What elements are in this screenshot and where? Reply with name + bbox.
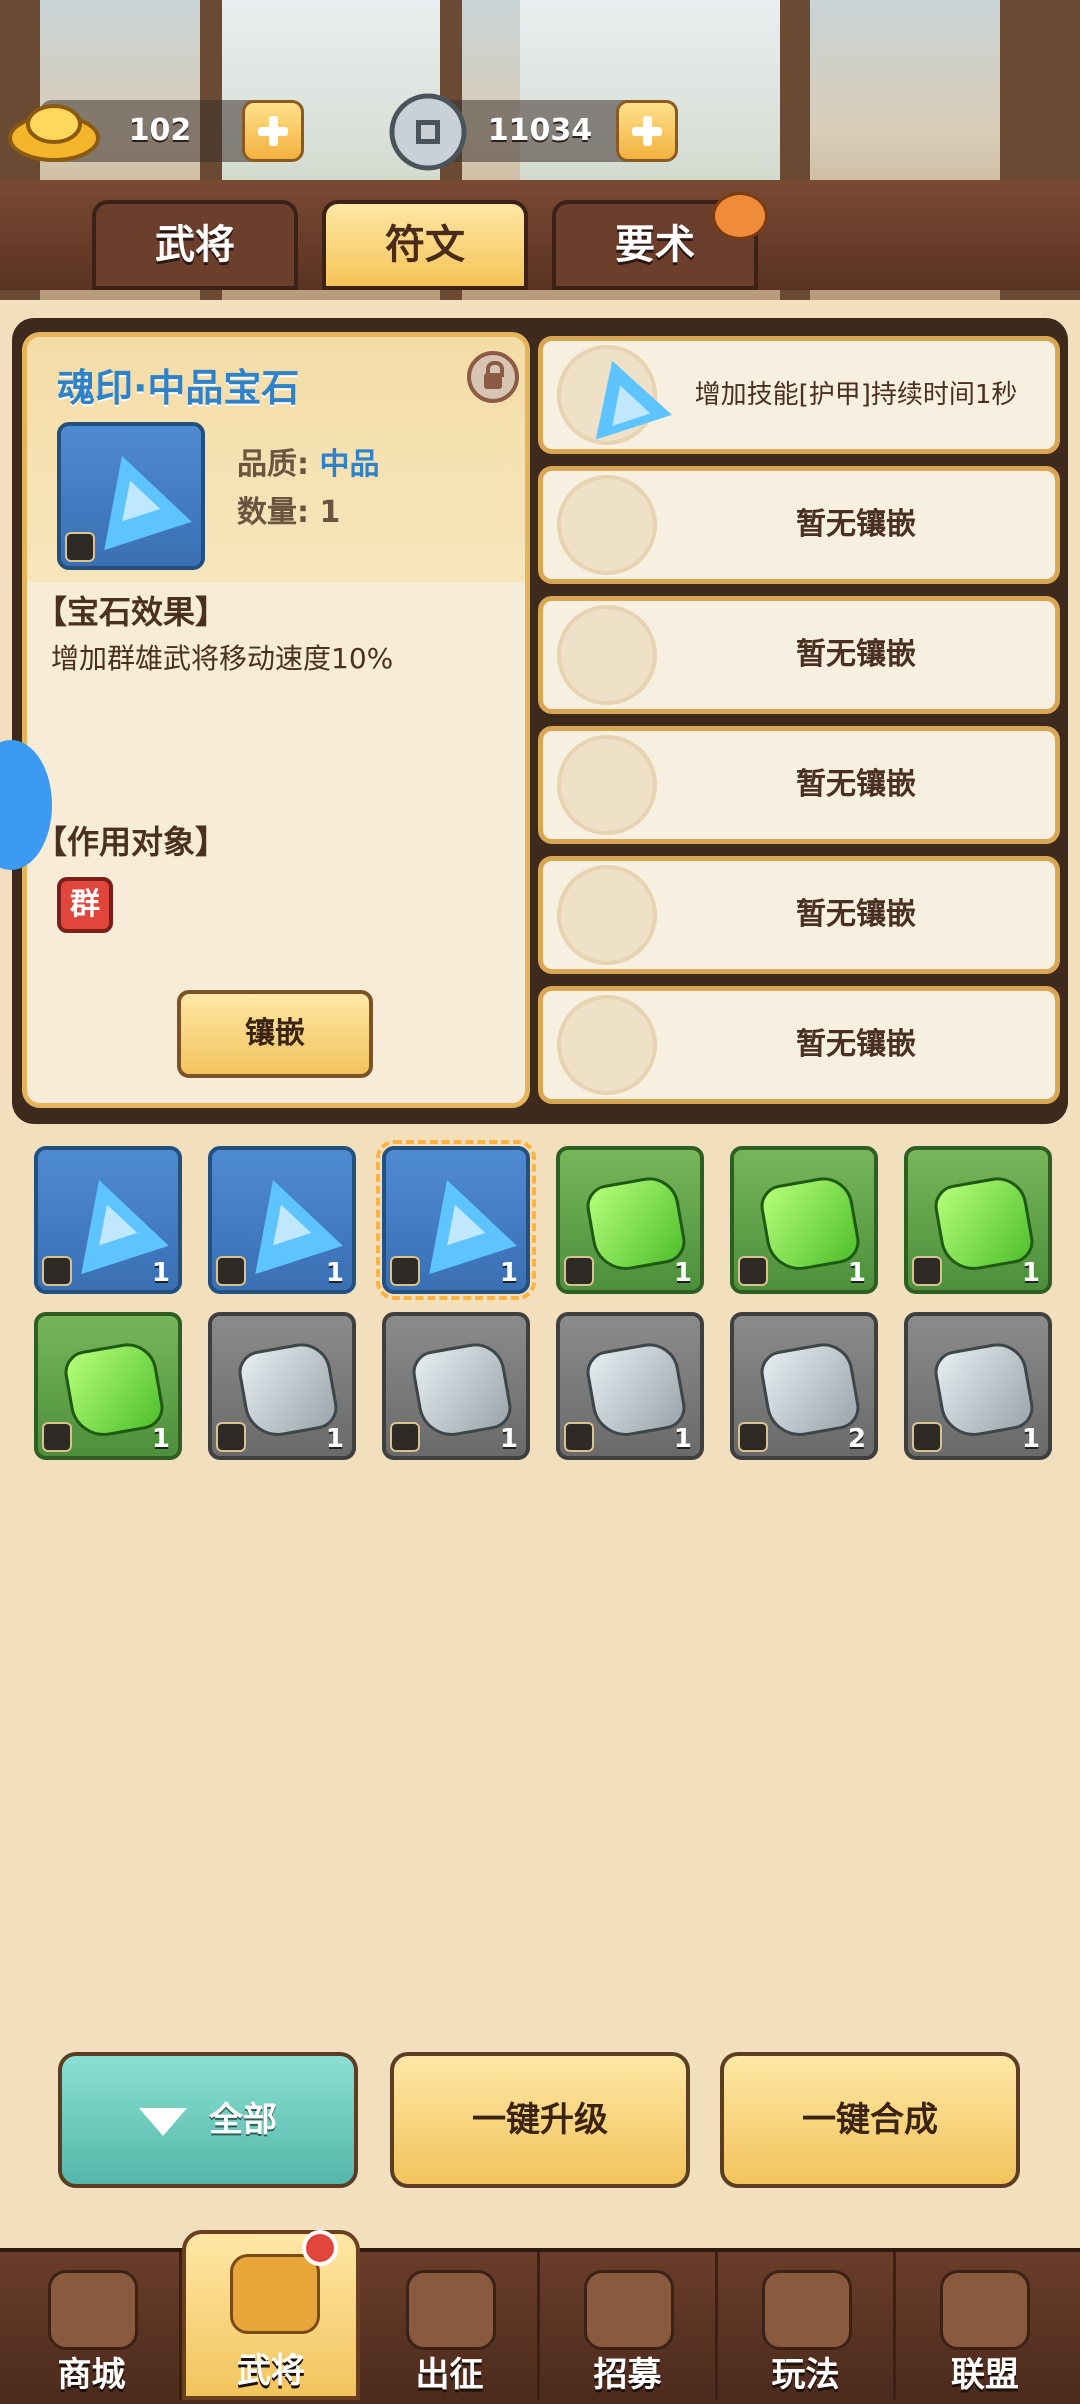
nav-recruit[interactable]: 招募	[540, 2252, 718, 2400]
faction-badge: 群	[57, 877, 113, 933]
rune-mark-icon	[216, 1256, 246, 1286]
gem-item[interactable]: 1	[904, 1312, 1052, 1460]
gem-item[interactable]: 1	[208, 1312, 356, 1460]
shop-icon	[48, 2270, 138, 2350]
gem-title: 魂印·中品宝石	[57, 366, 300, 410]
warrior-icon	[406, 2270, 496, 2350]
socket-text: 暂无镶嵌	[796, 637, 916, 672]
gem-preview	[57, 422, 205, 570]
gem-item[interactable]: 1	[904, 1146, 1052, 1294]
gem-quality: 品质: 中品	[237, 447, 380, 482]
notification-dot-icon	[302, 2230, 338, 2266]
rune-mark-icon	[65, 532, 95, 562]
socket-text: 暂无镶嵌	[796, 507, 916, 542]
gem-item[interactable]: 1	[730, 1146, 878, 1294]
dragon-seal-icon	[557, 865, 657, 965]
gem-item[interactable]: 1	[208, 1146, 356, 1294]
gem-quality-value: 中品	[319, 447, 380, 482]
rune-mark-icon	[42, 1256, 72, 1286]
target-heading: 【作用对象】	[35, 823, 228, 861]
chevron-down-icon	[139, 2107, 187, 2136]
gold-ingot-icon	[8, 104, 100, 162]
blue-gem-icon	[78, 441, 192, 551]
merge-all-button[interactable]: 一键合成	[720, 2052, 1020, 2188]
socket-slot[interactable]: 增加技能[护甲]持续时间1秒	[538, 336, 1060, 454]
gem-item[interactable]: 1	[34, 1146, 182, 1294]
gem-count: 数量: 1	[237, 495, 341, 530]
dragon-seal-icon	[557, 605, 657, 705]
nav-gameplay[interactable]: 玩法	[718, 2252, 896, 2400]
dragon-seal-icon	[557, 995, 657, 1095]
rune-mark-icon	[216, 1422, 246, 1452]
socket-text: 增加技能[护甲]持续时间1秒	[694, 380, 1018, 410]
socket-slot[interactable]: 暂无镶嵌	[538, 466, 1060, 584]
gem-count-value: 1	[319, 495, 341, 530]
dragon-seal-icon	[557, 735, 657, 835]
rune-mark-icon	[564, 1422, 594, 1452]
socket-text: 暂无镶嵌	[796, 1027, 916, 1062]
lock-icon[interactable]	[467, 351, 519, 403]
rune-mark-icon	[912, 1256, 942, 1286]
pavilion-icon	[762, 2270, 852, 2350]
socket-slot[interactable]: 暂无镶嵌	[538, 596, 1060, 714]
rune-mark-icon	[738, 1422, 768, 1452]
banner-icon	[940, 2270, 1030, 2350]
scroll-icon	[584, 2270, 674, 2350]
effect-heading: 【宝石效果】	[35, 593, 228, 631]
socket-text: 暂无镶嵌	[796, 897, 916, 932]
effect-text: 增加群雄武将移动速度10%	[51, 642, 394, 675]
nav-shop[interactable]: 商城	[4, 2252, 182, 2400]
add-gold-button[interactable]	[242, 100, 304, 162]
upgrade-all-button[interactable]: 一键升级	[390, 2052, 690, 2188]
socket-text: 暂无镶嵌	[796, 767, 916, 802]
rune-mark-icon	[390, 1256, 420, 1286]
gem-item[interactable]: 1	[34, 1312, 182, 1460]
nav-expedition[interactable]: 出征	[362, 2252, 540, 2400]
gem-item-selected[interactable]: 1	[376, 1140, 536, 1300]
gem-detail-card: 魂印·中品宝石 品质: 中品 数量: 1 【宝石效果】 增加群雄武将移动速度10…	[22, 332, 530, 1108]
rune-mark-icon	[42, 1422, 72, 1452]
notification-badge-icon	[712, 192, 768, 240]
tab-generals[interactable]: 武将	[92, 200, 298, 290]
gem-item[interactable]: 1	[556, 1146, 704, 1294]
rune-mark-icon	[738, 1256, 768, 1286]
socket-slot[interactable]: 暂无镶嵌	[538, 856, 1060, 974]
helmet-icon	[230, 2254, 320, 2334]
tab-runes[interactable]: 符文	[322, 200, 528, 290]
gem-item[interactable]: 2	[730, 1312, 878, 1460]
gem-item[interactable]: 1	[382, 1312, 530, 1460]
inlay-button[interactable]: 镶嵌	[177, 990, 373, 1078]
coin-icon	[389, 93, 467, 171]
socket-slot[interactable]: 暂无镶嵌	[538, 726, 1060, 844]
dragon-seal-icon	[557, 475, 657, 575]
nav-alliance[interactable]: 联盟	[896, 2252, 1074, 2400]
filter-all-button[interactable]: 全部	[58, 2052, 358, 2188]
rune-mark-icon	[390, 1422, 420, 1452]
add-silver-button[interactable]	[616, 100, 678, 162]
gem-item[interactable]: 1	[556, 1312, 704, 1460]
rune-mark-icon	[912, 1422, 942, 1452]
socket-slot[interactable]: 暂无镶嵌	[538, 986, 1060, 1104]
rune-mark-icon	[564, 1256, 594, 1286]
